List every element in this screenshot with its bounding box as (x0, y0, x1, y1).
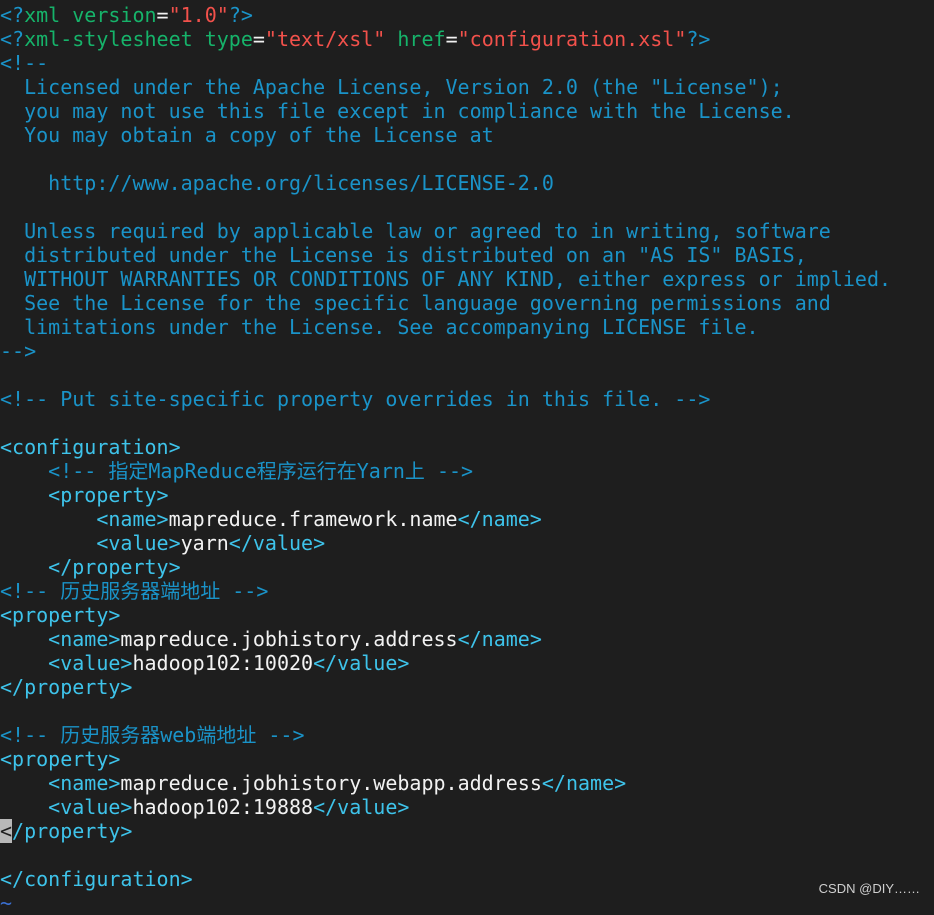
code-line[interactable]: you may not use this file except in comp… (0, 99, 891, 123)
code-token: </property> (0, 555, 181, 579)
code-token: </name> (457, 507, 542, 531)
code-line[interactable]: <!-- 历史服务器web端地址 --> (0, 723, 891, 747)
code-line[interactable] (0, 147, 891, 171)
code-token: <!-- 指定MapReduce程序运行在Yarn上 --> (0, 459, 474, 483)
code-line[interactable]: http://www.apache.org/licenses/LICENSE-2… (0, 171, 891, 195)
code-line[interactable]: <!-- 指定MapReduce程序运行在Yarn上 --> (0, 459, 891, 483)
code-token: yarn (180, 531, 229, 555)
code-token: <name> (0, 771, 121, 795)
code-token: hadoop102:10020 (132, 651, 314, 675)
watermark: CSDN @DIY…… (818, 881, 920, 896)
code-token: </configuration> (0, 867, 193, 891)
code-line[interactable]: <?xml version="1.0"?> (0, 3, 891, 27)
code-token: <property> (0, 603, 121, 627)
code-token: mapreduce.jobhistory.webapp.address (120, 771, 542, 795)
code-token: </name> (541, 771, 627, 795)
code-line[interactable] (0, 363, 891, 387)
code-line[interactable]: <property> (0, 483, 891, 507)
code-token: <name> (0, 507, 169, 531)
code-line[interactable]: <name>mapreduce.jobhistory.webapp.addres… (0, 771, 891, 795)
text-cursor: < (0, 819, 13, 843)
code-token: </value> (313, 651, 410, 675)
code-token: <value> (0, 795, 133, 819)
code-line[interactable] (0, 195, 891, 219)
code-line[interactable]: WITHOUT WARRANTIES OR CONDITIONS OF ANY … (0, 267, 891, 291)
code-line[interactable]: <!-- (0, 51, 891, 75)
code-line[interactable] (0, 411, 891, 435)
code-token: limitations under the License. See accom… (0, 315, 759, 339)
code-line[interactable]: <value>yarn</value> (0, 531, 891, 555)
code-line[interactable]: <!-- 历史服务器端地址 --> (0, 579, 891, 603)
code-token: </value> (228, 531, 326, 555)
code-line[interactable]: <property> (0, 747, 891, 771)
code-line[interactable] (0, 843, 891, 867)
code-token: WITHOUT WARRANTIES OR CONDITIONS OF ANY … (0, 267, 892, 291)
code-token: xml-stylesheet type (24, 27, 253, 51)
code-token: </value> (313, 795, 410, 819)
code-token: </name> (457, 627, 542, 651)
code-token: <? (0, 27, 25, 51)
code-line[interactable]: limitations under the License. See accom… (0, 315, 891, 339)
code-token: "1.0" (168, 3, 229, 27)
code-line[interactable]: <name>mapreduce.framework.name</name> (0, 507, 891, 531)
empty-line-marker: ~ (0, 891, 13, 915)
code-token: See the License for the specific languag… (0, 291, 831, 315)
code-token: You may obtain a copy of the License at (0, 123, 494, 147)
code-line[interactable]: ~ (0, 891, 891, 915)
code-token: --> (0, 339, 37, 363)
code-line[interactable]: <?xml-stylesheet type="text/xsl" href="c… (0, 27, 891, 51)
vim-editor[interactable]: <?xml version="1.0"?> <?xml-stylesheet ty… (0, 3, 891, 915)
code-token: you may not use this file except in comp… (0, 99, 795, 123)
code-token: mapreduce.framework.name (168, 507, 458, 531)
code-token: </property> (0, 675, 133, 699)
code-token: <!-- (0, 51, 49, 75)
code-line[interactable]: <value>hadoop102:19888</value> (0, 795, 891, 819)
code-token: Unless required by applicable law or agr… (0, 219, 831, 243)
code-token: <property> (0, 747, 121, 771)
code-token: href (385, 27, 446, 51)
code-token: ?> (228, 3, 253, 27)
code-line[interactable]: You may obtain a copy of the License at (0, 123, 891, 147)
code-line[interactable]: See the License for the specific languag… (0, 291, 891, 315)
code-token: mapreduce.jobhistory.address (120, 627, 458, 651)
code-line[interactable]: --> (0, 339, 891, 363)
code-line[interactable]: Licensed under the Apache License, Versi… (0, 75, 891, 99)
code-token: ?> (686, 27, 711, 51)
code-token: <property> (0, 483, 169, 507)
code-line[interactable]: </property> (0, 675, 891, 699)
code-token: = (445, 27, 458, 51)
code-line[interactable]: distributed under the License is distrib… (0, 243, 891, 267)
code-line[interactable]: </property> (0, 819, 891, 843)
code-token: xml version (24, 3, 157, 27)
code-token: <!-- 历史服务器web端地址 --> (0, 723, 305, 747)
code-token: <value> (0, 651, 133, 675)
code-line[interactable]: <value>hadoop102:10020</value> (0, 651, 891, 675)
code-token: distributed under the License is distrib… (0, 243, 807, 267)
code-line[interactable] (0, 699, 891, 723)
code-token: http://www.apache.org/licenses/LICENSE-2… (0, 171, 554, 195)
code-token: <!-- Put site-specific property override… (0, 387, 711, 411)
code-token: hadoop102:19888 (132, 795, 314, 819)
code-token: "text/xsl" (264, 27, 386, 51)
code-token: = (252, 27, 265, 51)
code-token: <? (0, 3, 25, 27)
code-line[interactable]: </property> (0, 555, 891, 579)
code-token: <value> (0, 531, 181, 555)
code-token: "configuration.xsl" (457, 27, 687, 51)
code-line[interactable]: <name>mapreduce.jobhistory.address</name… (0, 627, 891, 651)
code-line[interactable]: Unless required by applicable law or agr… (0, 219, 891, 243)
code-line[interactable]: <property> (0, 603, 891, 627)
code-line[interactable]: </configuration> (0, 867, 891, 891)
code-token: <name> (0, 627, 121, 651)
code-token: <configuration> (0, 435, 181, 459)
code-token: <!-- 历史服务器端地址 --> (0, 579, 269, 603)
code-line[interactable]: <!-- Put site-specific property override… (0, 387, 891, 411)
code-token: = (156, 3, 169, 27)
code-token: /property> (12, 819, 133, 843)
code-token: Licensed under the Apache License, Versi… (0, 75, 783, 99)
code-line[interactable]: <configuration> (0, 435, 891, 459)
